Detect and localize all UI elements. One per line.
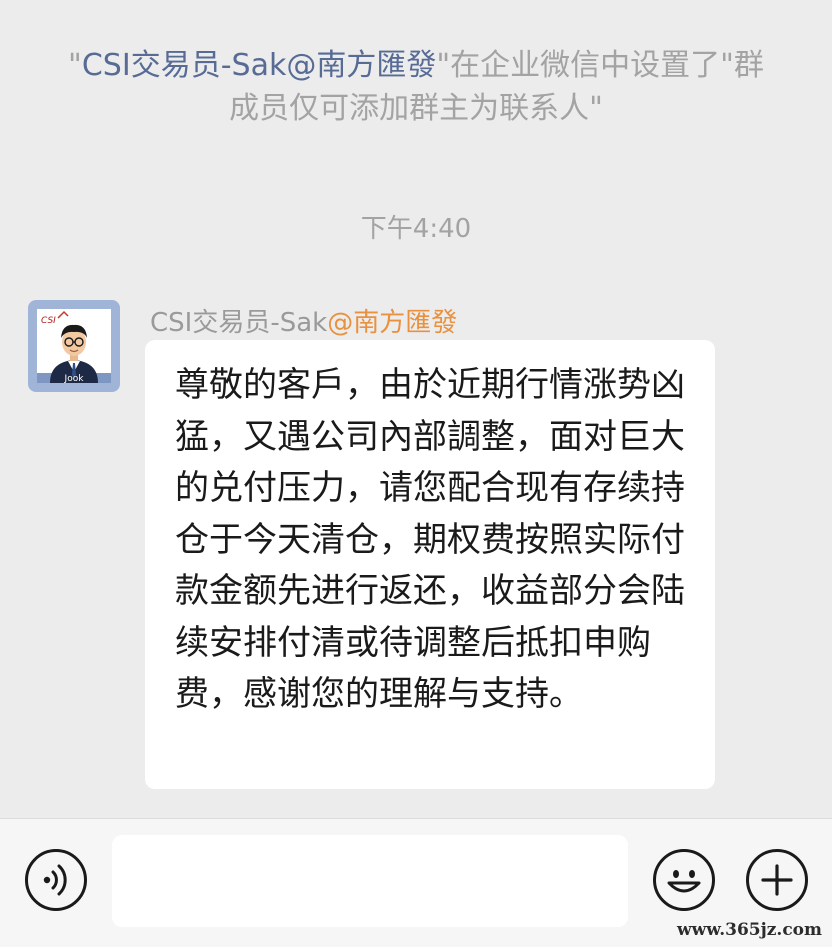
message-text: 尊敬的客戶，由於近期行情涨势凶猛，又遇公司內部調整，面对巨大的兑付压力，请您配合… — [175, 365, 685, 714]
emoji-button[interactable] — [653, 849, 715, 911]
voice-icon — [43, 864, 67, 896]
watermark: www.365jz.com — [677, 920, 822, 940]
avatar[interactable]: CSI Jook — [28, 300, 120, 392]
emoji-icon — [667, 870, 701, 893]
sender-display-name: CSI交易员-Sak — [150, 308, 328, 338]
avatar-logo: CSI — [41, 316, 56, 326]
sender-corp-name: @南方匯發 — [327, 308, 458, 338]
system-notice: "CSI交易员-Sak@南方匯發"在企业微信中设置了"群成员仅可添加群主为联系人… — [60, 44, 772, 130]
message-bubble[interactable]: 尊敬的客戶，由於近期行情涨势凶猛，又遇公司內部調整，面对巨大的兑付压力，请您配合… — [145, 340, 715, 789]
message-input[interactable] — [112, 835, 628, 927]
notice-member-name[interactable]: CSI交易员-Sak@南方匯發 — [82, 48, 436, 83]
avatar-portrait-icon: CSI Jook — [37, 309, 111, 384]
more-button[interactable] — [746, 849, 808, 911]
plus-icon — [761, 864, 793, 896]
message-timestamp: 下午4:40 — [360, 214, 472, 244]
avatar-label: Jook — [64, 374, 85, 384]
notice-quote-open: " — [68, 48, 82, 83]
voice-button[interactable] — [25, 849, 87, 911]
sender-name: CSI交易员-Sak@南方匯發 — [150, 302, 457, 339]
